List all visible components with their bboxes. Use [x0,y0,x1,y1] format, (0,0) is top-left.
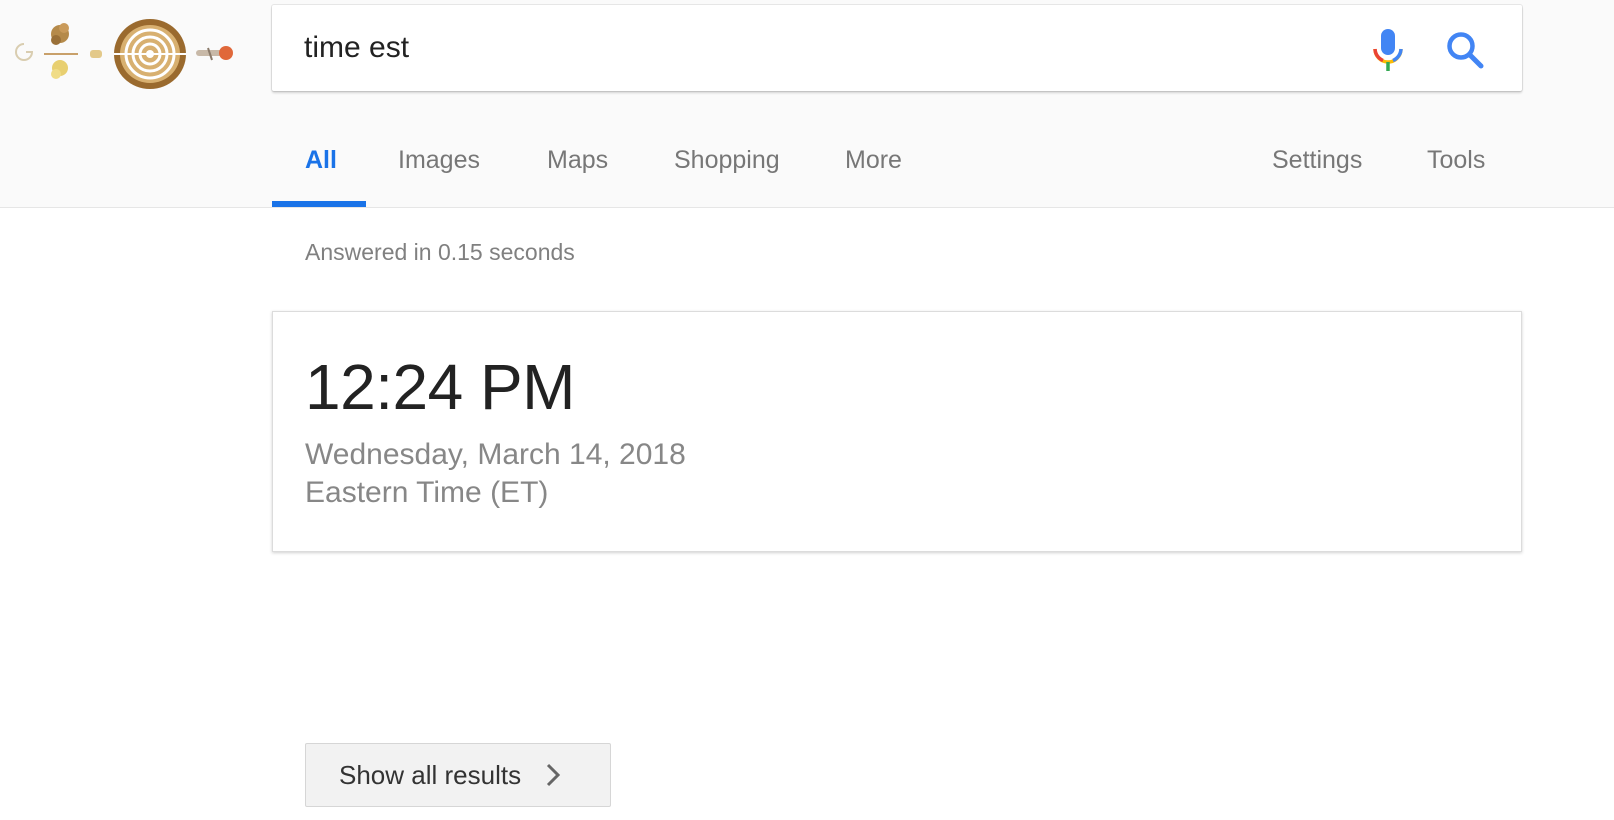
tab-settings[interactable]: Settings [1272,146,1362,175]
current-time: 12:24 PM [305,351,575,423]
time-answer-card: 12:24 PM Wednesday, March 14, 2018 Easte… [272,311,1522,552]
chevron-right-icon [546,763,561,787]
search-input[interactable] [304,27,1304,69]
tab-images[interactable]: Images [398,146,480,175]
timezone-label: Eastern Time (ET) [305,476,549,509]
tab-tools[interactable]: Tools [1427,146,1485,175]
search-box [272,5,1522,91]
mic-icon[interactable] [1368,27,1408,73]
show-all-results-label: Show all results [339,760,522,790]
result-stats: Answered in 0.15 seconds [305,239,575,265]
tab-maps[interactable]: Maps [547,146,608,175]
header: All Images Maps Shopping More Settings T… [0,0,1614,208]
tab-shopping[interactable]: Shopping [674,146,780,175]
search-icon[interactable] [1444,29,1486,71]
current-date: Wednesday, March 14, 2018 [305,438,686,471]
tab-all[interactable]: All [305,146,337,175]
show-all-results-button[interactable]: Show all results [305,743,611,807]
google-doodle-logo[interactable] [0,8,240,90]
tab-more[interactable]: More [845,146,902,175]
active-tab-indicator [272,201,366,207]
